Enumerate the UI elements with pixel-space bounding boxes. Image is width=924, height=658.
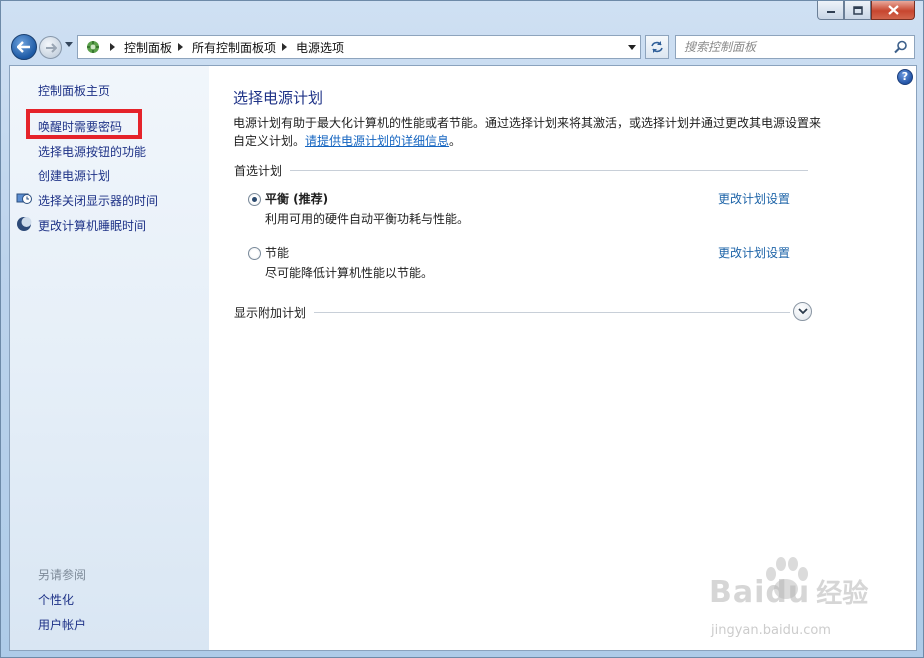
task-pane: 控制面板主页 唤醒时需要密码 选择电源按钮的功能 创建电源计划 选择关闭显示器的… bbox=[10, 66, 209, 650]
preferred-plans-label: 首选计划 bbox=[234, 164, 283, 178]
breadcrumb-all-items[interactable]: 所有控制面板项 bbox=[192, 39, 276, 56]
preferred-plans-header: 首选计划 bbox=[234, 162, 808, 179]
plan-power-saver-change-settings-link[interactable]: 更改计划设置 bbox=[718, 244, 790, 261]
maximize-icon bbox=[852, 5, 863, 15]
sidebar-item-power-buttons[interactable]: 选择电源按钮的功能 bbox=[38, 143, 146, 160]
search-input[interactable] bbox=[676, 36, 881, 58]
breadcrumb: 控制面板 所有控制面板项 电源选项 bbox=[104, 36, 344, 58]
plan-balanced-change-settings-link[interactable]: 更改计划设置 bbox=[718, 190, 790, 207]
arrow-left-icon bbox=[17, 41, 30, 53]
plan-balanced-name[interactable]: 平衡 (推荐) bbox=[265, 190, 328, 207]
minimize-icon bbox=[826, 11, 835, 13]
sidebar-item-user-accounts[interactable]: 用户帐户 bbox=[38, 616, 86, 633]
address-bar[interactable]: 控制面板 所有控制面板项 电源选项 bbox=[77, 35, 641, 59]
control-panel-icon bbox=[82, 37, 104, 57]
refresh-icon bbox=[651, 41, 663, 53]
arrow-right-icon bbox=[45, 42, 57, 53]
additional-plans-header[interactable]: 显示附加计划 bbox=[234, 304, 790, 321]
watermark-brand: Baidu bbox=[709, 575, 811, 610]
plan-power-saver-desc: 尽可能降低计算机性能以节能。 bbox=[265, 266, 434, 280]
breadcrumb-control-panel[interactable]: 控制面板 bbox=[124, 39, 172, 56]
search-icon[interactable] bbox=[894, 40, 908, 54]
close-button[interactable] bbox=[871, 1, 915, 20]
plan-power-saver-radio[interactable] bbox=[248, 247, 261, 260]
sidebar-item-sleep-time[interactable]: 更改计算机睡眠时间 bbox=[38, 217, 146, 234]
address-dropdown-icon[interactable] bbox=[628, 45, 636, 50]
minimize-button[interactable] bbox=[817, 1, 844, 20]
see-also-heading: 另请参阅 bbox=[38, 568, 87, 582]
breadcrumb-separator-icon[interactable] bbox=[282, 43, 288, 51]
sidebar-item-control-panel-home[interactable]: 控制面板主页 bbox=[38, 82, 110, 99]
page-description: 电源计划有助于最大化计算机的性能或者节能。通过选择计划来将其激活，或选择计划并通… bbox=[233, 114, 823, 150]
divider bbox=[290, 170, 808, 171]
sidebar-item-display-off-time[interactable]: 选择关闭显示器的时间 bbox=[38, 192, 158, 209]
description-end: 。 bbox=[449, 134, 462, 148]
search-box[interactable] bbox=[675, 35, 915, 59]
sleep-moon-icon bbox=[17, 217, 32, 231]
back-button[interactable] bbox=[11, 34, 37, 60]
sidebar-item-personalization[interactable]: 个性化 bbox=[38, 591, 74, 608]
expand-additional-plans-button[interactable] bbox=[793, 302, 812, 321]
recent-pages-dropdown[interactable] bbox=[65, 42, 73, 47]
caption-buttons bbox=[817, 1, 915, 20]
refresh-button[interactable] bbox=[645, 35, 669, 59]
highlight-annotation bbox=[26, 109, 142, 139]
watermark: Baidu 经验 bbox=[709, 573, 868, 610]
plan-power-saver-name[interactable]: 节能 bbox=[265, 244, 289, 261]
monitor-clock-icon bbox=[16, 193, 32, 204]
watermark-url: jingyan.baidu.com bbox=[711, 623, 831, 638]
divider bbox=[314, 312, 790, 313]
plan-balanced-desc: 利用可用的硬件自动平衡功耗与性能。 bbox=[265, 212, 470, 226]
window-frame: 控制面板 所有控制面板项 电源选项 控制面板主页 唤醒时需要密码 选择电源按钮的… bbox=[0, 0, 924, 658]
breadcrumb-power-options[interactable]: 电源选项 bbox=[296, 39, 344, 56]
additional-plans-label[interactable]: 显示附加计划 bbox=[234, 304, 306, 321]
sidebar-item-create-plan[interactable]: 创建电源计划 bbox=[38, 167, 110, 184]
plan-balanced-radio[interactable] bbox=[248, 193, 261, 206]
maximize-button[interactable] bbox=[844, 1, 871, 20]
forward-button[interactable] bbox=[39, 36, 62, 59]
plan-details-link[interactable]: 请提供电源计划的详细信息 bbox=[305, 134, 449, 148]
watermark-brand-cn: 经验 bbox=[816, 579, 869, 609]
breadcrumb-separator-icon[interactable] bbox=[110, 43, 115, 51]
navigation-bar: 控制面板 所有控制面板项 电源选项 bbox=[9, 33, 917, 61]
close-icon bbox=[887, 5, 899, 15]
page-title: 选择电源计划 bbox=[233, 89, 324, 107]
breadcrumb-separator-icon[interactable] bbox=[178, 43, 184, 51]
help-button[interactable]: ? bbox=[897, 69, 913, 85]
chevron-down-icon bbox=[797, 308, 808, 315]
